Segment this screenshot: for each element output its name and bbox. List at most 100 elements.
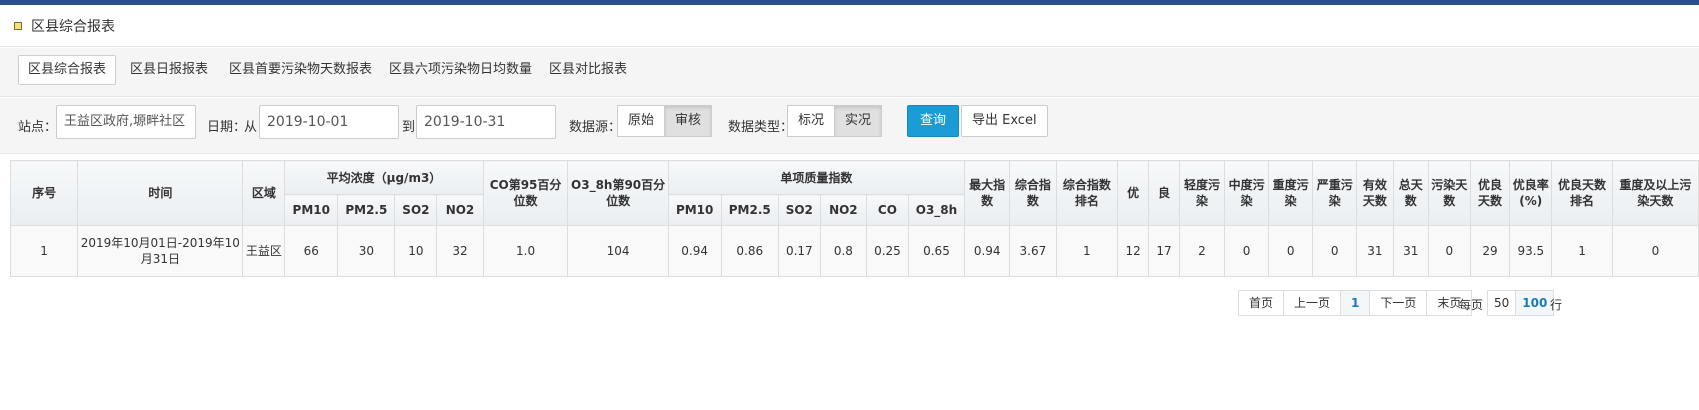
date-to-label: 到 — [402, 120, 416, 135]
filter-bar: 站点： 王益区政府,塬畔社区 日期： 从 2019-10-01 到 2019-1… — [0, 98, 1699, 154]
cell-avg-no2: 32 — [436, 225, 484, 277]
col-good-days: 优良天数 — [1469, 160, 1511, 226]
cell-index-so2: 0.17 — [777, 225, 821, 277]
col-good: 良 — [1148, 160, 1180, 226]
col-heavy-above-days: 重度及以上污染天数 — [1611, 160, 1699, 226]
table-row: 1 2019年10月01日-2019年10月31日 王益区 66 30 10 3… — [9, 225, 1699, 277]
col-polluted-days: 污染天数 — [1427, 160, 1471, 226]
col-region: 区域 — [242, 160, 286, 226]
header-row-1: 序号 时间 区域 平均浓度（μg/m3） CO第95百分位数 O3_8h第90百… — [9, 160, 1699, 226]
col-index-o3-8h: O3_8h — [907, 194, 966, 226]
start-date-input[interactable]: 2019-10-01 — [259, 105, 399, 139]
cell-seq: 1 — [9, 225, 79, 277]
cell-excellent: 12 — [1117, 225, 1150, 277]
date-label: 日期： — [207, 120, 247, 135]
tab-primary-pollutant-days[interactable]: 区县首要污染物天数报表 — [219, 55, 382, 85]
col-avg-concentration: 平均浓度（μg/m3） — [284, 160, 484, 195]
type-standard-button[interactable]: 标况 — [787, 105, 836, 137]
col-total-days: 总天数 — [1392, 160, 1429, 226]
report-table: 序号 时间 区域 平均浓度（μg/m3） CO第95百分位数 O3_8h第90百… — [9, 160, 1699, 277]
col-excellent: 优 — [1117, 160, 1150, 226]
data-source-label: 数据源： — [569, 120, 622, 135]
page-size-selector: 50 100 — [1487, 290, 1555, 316]
col-moderate: 中度污染 — [1224, 160, 1270, 226]
pagination: 首页 上一页 1 下一页 末页 — [1238, 290, 1473, 316]
data-type-label: 数据类型： — [728, 120, 794, 135]
col-severe: 严重污染 — [1312, 160, 1358, 226]
col-composite-index: 综合指数 — [1009, 160, 1057, 226]
cell-index-pm25: 0.86 — [720, 225, 779, 277]
cell-polluted-days: 0 — [1427, 225, 1471, 277]
cell-index-pm10: 0.94 — [667, 225, 722, 277]
col-max-index: 最大指数 — [964, 160, 1011, 226]
tab-county-daily[interactable]: 区县日报报表 — [120, 55, 218, 85]
current-page-button[interactable]: 1 — [1341, 290, 1371, 316]
date-from-label: 从 — [244, 120, 258, 135]
col-seq: 序号 — [9, 160, 79, 226]
cell-composite-rank: 1 — [1055, 225, 1119, 277]
tab-county-comparison[interactable]: 区县对比报表 — [539, 55, 637, 85]
cell-index-no2: 0.8 — [819, 225, 868, 277]
page-size-100-button[interactable]: 100 — [1516, 290, 1555, 316]
next-page-button[interactable]: 下一页 — [1370, 290, 1428, 316]
col-good-days-rank: 优良天数排名 — [1551, 160, 1613, 226]
col-index-no2: NO2 — [819, 194, 868, 226]
tab-county-composite[interactable]: 区县综合报表 — [18, 55, 117, 85]
tab-six-pollutants-daily[interactable]: 区县六项污染物日均数量 — [379, 55, 542, 85]
cell-heavy-above-days: 0 — [1611, 225, 1699, 277]
cell-composite-index: 3.67 — [1009, 225, 1057, 277]
col-good-rate: 优良率(%) — [1509, 160, 1553, 226]
cell-heavy: 0 — [1268, 225, 1314, 277]
col-index-pm25: PM2.5 — [720, 194, 779, 226]
cell-valid-days: 31 — [1356, 225, 1394, 277]
data-type-toggle: 标况 实况 — [787, 105, 883, 137]
cell-index-co: 0.25 — [866, 225, 909, 277]
col-composite-rank: 综合指数排名 — [1055, 160, 1119, 226]
cell-avg-pm25: 30 — [337, 225, 396, 277]
source-audited-button[interactable]: 审核 — [665, 105, 713, 137]
col-heavy: 重度污染 — [1268, 160, 1314, 226]
cell-region: 王益区 — [242, 225, 286, 277]
prev-page-button[interactable]: 上一页 — [1284, 290, 1342, 316]
first-page-button[interactable]: 首页 — [1238, 290, 1285, 316]
col-o3-90: O3_8h第90百分位数 — [567, 160, 669, 226]
col-avg-no2: NO2 — [436, 194, 484, 226]
col-index-so2: SO2 — [777, 194, 821, 226]
query-button[interactable]: 查询 — [907, 105, 960, 137]
cell-light: 2 — [1178, 225, 1226, 277]
export-excel-button[interactable]: 导出 Excel — [961, 105, 1048, 137]
page-size-50-button[interactable]: 50 — [1487, 290, 1517, 316]
col-light: 轻度污染 — [1178, 160, 1226, 226]
cell-good-rate: 93.5 — [1509, 225, 1553, 277]
per-page-label: 每页 — [1459, 298, 1484, 312]
data-source-toggle: 原始 审核 — [617, 105, 713, 137]
cell-good: 17 — [1148, 225, 1180, 277]
source-raw-button[interactable]: 原始 — [617, 105, 666, 137]
station-select[interactable]: 王益区政府,塬畔社区 — [56, 105, 196, 139]
station-label: 站点： — [18, 120, 58, 135]
cell-time: 2019年10月01日-2019年10月31日 — [77, 225, 244, 277]
col-time: 时间 — [77, 160, 244, 226]
cell-good-days: 29 — [1469, 225, 1511, 277]
type-actual-button[interactable]: 实况 — [835, 105, 883, 137]
report-tabs: 区县综合报表 区县日报报表 区县首要污染物天数报表 区县六项污染物日均数量 区县… — [0, 48, 1699, 97]
cell-co-95: 1.0 — [482, 225, 569, 277]
cell-o3-90: 104 — [567, 225, 669, 277]
page-title-bar: 区县综合报表 — [0, 5, 1699, 47]
cell-avg-pm10: 66 — [284, 225, 339, 277]
col-avg-pm25: PM2.5 — [337, 194, 396, 226]
col-avg-pm10: PM10 — [284, 194, 339, 226]
cell-index-o3-8h: 0.65 — [907, 225, 966, 277]
cell-severe: 0 — [1312, 225, 1358, 277]
col-co-95: CO第95百分位数 — [482, 160, 569, 226]
square-bullet-icon — [14, 21, 22, 30]
cell-moderate: 0 — [1224, 225, 1270, 277]
rows-label: 行 — [1550, 298, 1563, 312]
page-title: 区县综合报表 — [31, 18, 115, 35]
col-avg-so2: SO2 — [394, 194, 438, 226]
cell-avg-so2: 10 — [394, 225, 438, 277]
end-date-input[interactable]: 2019-10-31 — [416, 105, 556, 139]
cell-good-days-rank: 1 — [1551, 225, 1613, 277]
col-valid-days: 有效天数 — [1356, 160, 1394, 226]
col-single-index: 单项质量指数 — [667, 160, 966, 195]
